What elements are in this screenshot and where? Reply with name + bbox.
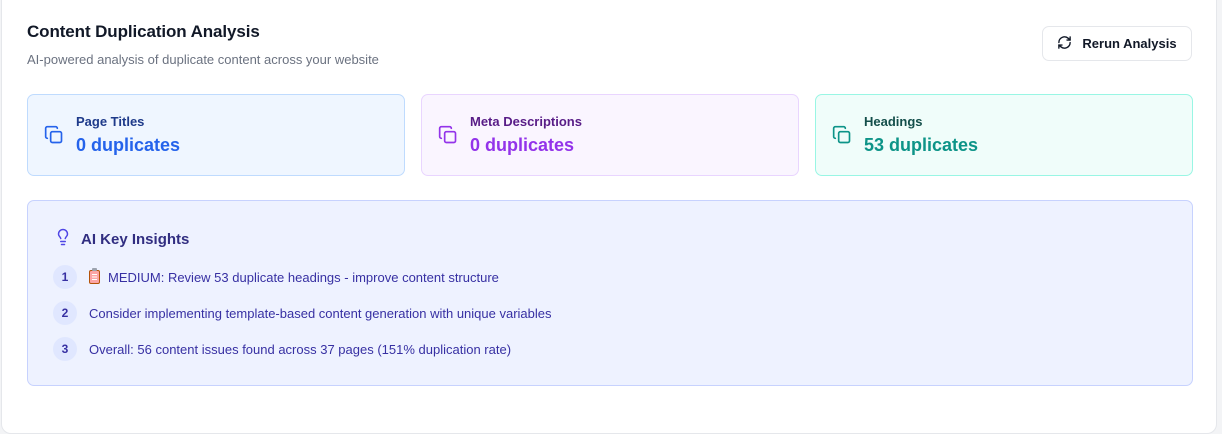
copy-icon [832, 125, 852, 145]
rerun-analysis-label: Rerun Analysis [1082, 36, 1177, 51]
ai-key-insights-panel: AI Key Insights 1 MEDIUM: Review 53 dupl… [27, 200, 1193, 386]
copy-icon [438, 125, 458, 145]
insight-number: 1 [53, 265, 77, 289]
page-titles-stat-card: Page Titles 0 duplicates [27, 94, 405, 176]
clipboard-icon [89, 267, 100, 284]
insight-number: 2 [53, 301, 77, 325]
page-subtitle: AI-powered analysis of duplicate content… [27, 52, 379, 67]
refresh-icon [1057, 35, 1072, 53]
insight-text-wrap: MEDIUM: Review 53 duplicate headings - i… [89, 267, 499, 285]
insight-text: MEDIUM: Review 53 duplicate headings - i… [108, 269, 499, 285]
stat-label: Headings [864, 114, 923, 129]
copy-icon [44, 125, 64, 145]
insight-number: 3 [53, 337, 77, 361]
insight-item: 2 Consider implementing template-based c… [53, 301, 552, 325]
rerun-analysis-button[interactable]: Rerun Analysis [1042, 26, 1192, 61]
insights-title: AI Key Insights [81, 230, 190, 248]
stat-label: Meta Descriptions [470, 114, 582, 129]
insight-text: Consider implementing template-based con… [89, 305, 552, 321]
meta-descriptions-stat-card: Meta Descriptions 0 duplicates [421, 94, 799, 176]
stat-value: 0 duplicates [76, 135, 181, 155]
page-title: Content Duplication Analysis [27, 22, 260, 41]
insights-header: AI Key Insights [54, 228, 189, 250]
stat-value: 53 duplicates [864, 135, 979, 155]
insight-item: 3 Overall: 56 content issues found acros… [53, 337, 511, 361]
content-duplication-card: Content Duplication Analysis AI-powered … [1, 0, 1217, 434]
insight-text: Overall: 56 content issues found across … [89, 341, 512, 357]
stat-value: 0 duplicates [470, 135, 575, 155]
insight-item: 1 MEDIUM: Review 53 duplicate headings -… [53, 265, 499, 289]
stat-label: Page Titles [76, 114, 145, 129]
headings-stat-card: Headings 53 duplicates [815, 94, 1193, 176]
lightbulb-icon [54, 228, 72, 250]
